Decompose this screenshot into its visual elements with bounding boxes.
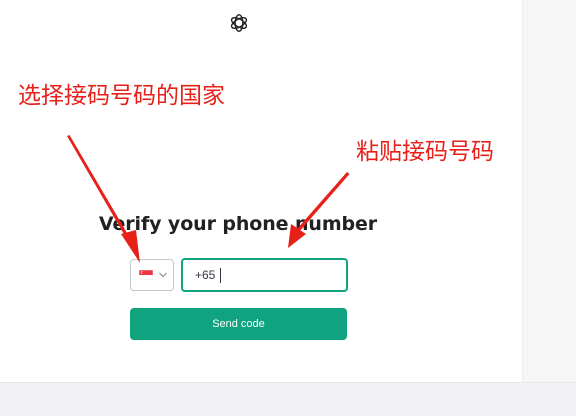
chevron-down-icon xyxy=(159,272,167,278)
dial-code: +65 xyxy=(195,268,216,282)
annotation-select-country: 选择接码号码的国家 xyxy=(18,83,225,109)
arrow-to-country-select xyxy=(67,135,140,263)
annotation-arrows xyxy=(67,135,350,263)
phone-number-input[interactable] xyxy=(219,264,339,286)
browser-side-panel xyxy=(522,0,576,382)
openai-logo-icon xyxy=(230,14,248,32)
arrow-to-phone-input xyxy=(288,172,350,248)
phone-number-field[interactable]: +65 xyxy=(181,258,348,292)
annotation-paste-number: 粘贴接码号码 xyxy=(356,139,494,165)
page-title: Verify your phone number xyxy=(98,213,378,235)
page: 选择接码号码的国家 粘贴接码号码 Verify your phone numbe… xyxy=(0,0,576,416)
country-select[interactable] xyxy=(130,259,174,291)
send-code-button[interactable]: Send code xyxy=(130,308,347,340)
text-caret xyxy=(220,268,221,283)
singapore-flag-icon xyxy=(139,270,153,280)
browser-bottom-bar xyxy=(0,382,576,416)
